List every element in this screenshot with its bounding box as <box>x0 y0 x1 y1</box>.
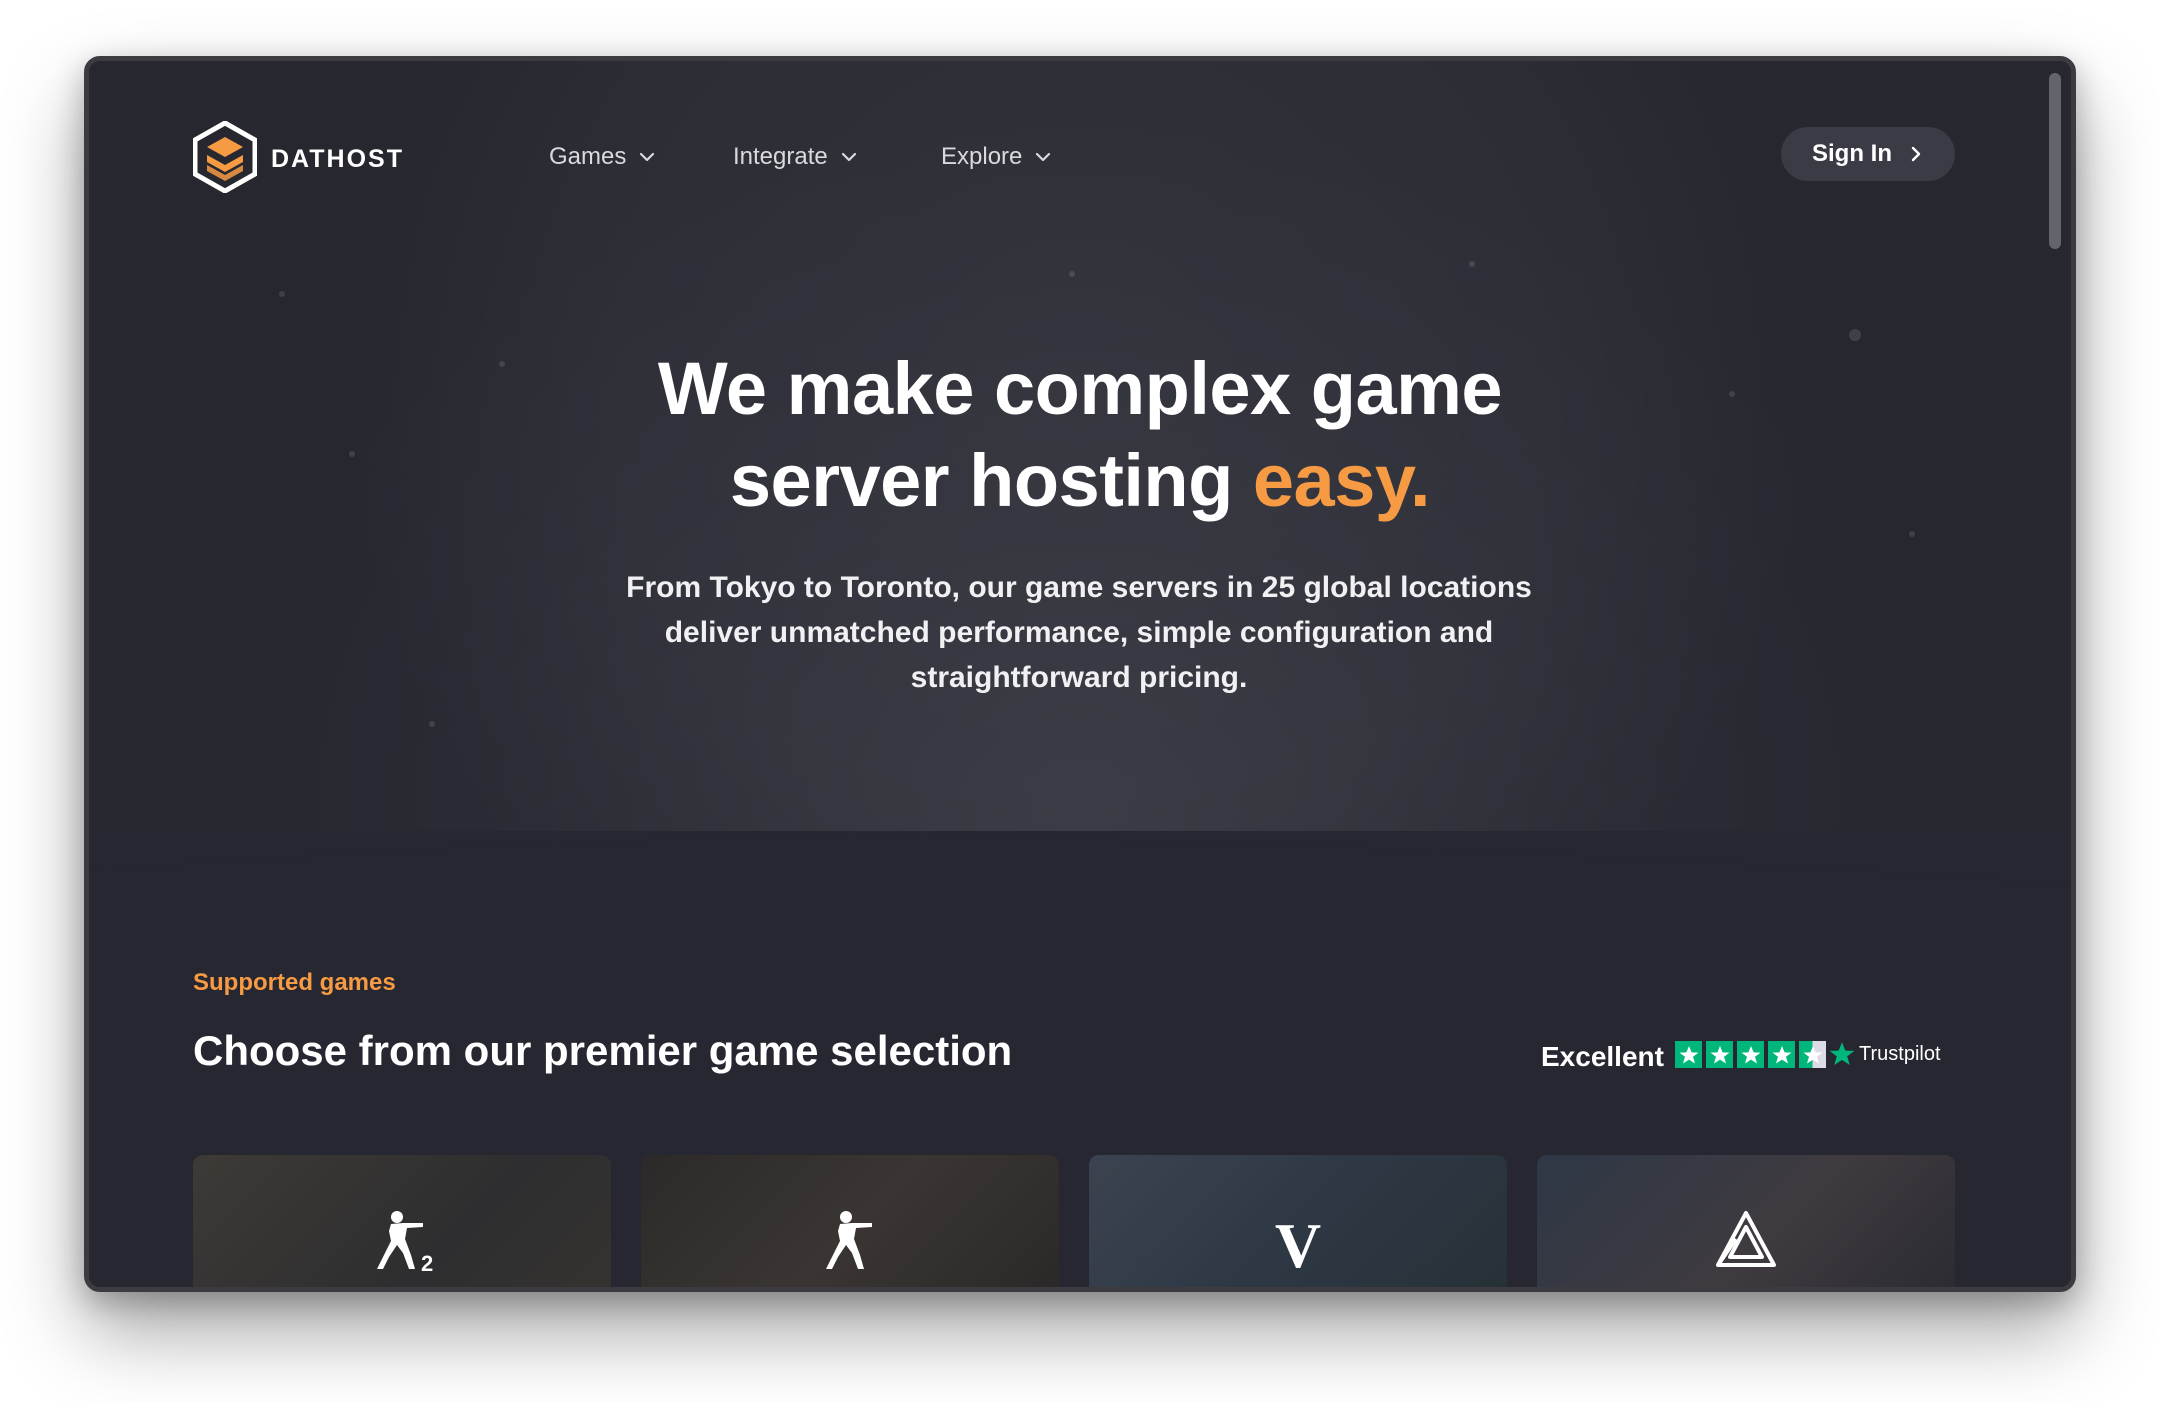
counter-strike-2-icon: 2 <box>367 1209 437 1278</box>
hero-title-line2: server hosting easy. <box>89 435 2071 527</box>
svg-text:2: 2 <box>421 1251 433 1273</box>
ark-icon <box>1714 1209 1778 1274</box>
game-card-cs2[interactable]: 2 <box>193 1155 611 1287</box>
sign-in-label: Sign In <box>1812 140 1892 167</box>
hero-title-line1: We make complex game <box>657 347 1503 430</box>
section-eyebrow: Supported games <box>193 969 396 996</box>
chevron-down-icon <box>640 152 655 162</box>
star-half-icon <box>1799 1041 1826 1068</box>
star-icon <box>1706 1041 1733 1068</box>
trustpilot-logo[interactable]: Trustpilot <box>1829 1041 1941 1067</box>
counter-strike-icon <box>822 1209 878 1278</box>
chevron-down-icon <box>1036 152 1051 162</box>
game-card-valheim[interactable]: V <box>1089 1155 1507 1287</box>
nav-item-label: Integrate <box>733 143 828 170</box>
nav-item-integrate[interactable]: Integrate <box>733 143 858 171</box>
nav-item-label: Games <box>549 143 627 170</box>
nav-item-explore[interactable]: Explore <box>941 143 1052 171</box>
trustpilot-star-icon <box>1829 1042 1855 1066</box>
section-title: Choose from our premier game selection <box>193 1027 1013 1074</box>
trustpilot-rating-label[interactable]: Excellent <box>1541 1041 1664 1073</box>
nav-item-label: Explore <box>941 143 1023 170</box>
hero-title-accent: easy. <box>1252 439 1431 522</box>
chevron-down-icon <box>841 152 856 162</box>
game-card-ark[interactable] <box>1537 1155 1955 1287</box>
game-card-csgo[interactable] <box>641 1155 1059 1287</box>
hero-title-line2-text: server hosting <box>729 439 1253 522</box>
nav-item-games[interactable]: Games <box>549 143 656 171</box>
valheim-icon: V <box>1268 1209 1328 1281</box>
trustpilot-stars[interactable] <box>1675 1041 1826 1068</box>
chevron-right-icon <box>1911 146 1921 162</box>
hero-title: We make complex game server hosting easy… <box>89 343 2071 527</box>
sign-in-button[interactable]: Sign In <box>1781 127 1955 181</box>
brand-name[interactable]: DATHOST <box>271 145 404 174</box>
section-wave-divider <box>89 836 2071 951</box>
top-nav: DATHOST Games Integrate Explore Sign In <box>89 61 2071 261</box>
star-icon <box>1675 1041 1702 1068</box>
star-icon <box>1737 1041 1764 1068</box>
hero-subtitle: From Tokyo to Toronto, our game servers … <box>626 571 1532 694</box>
svg-text:V: V <box>1275 1210 1321 1273</box>
brand-logo-icon[interactable] <box>192 120 258 194</box>
trustpilot-brand-text: Trustpilot <box>1859 1042 1941 1065</box>
page-scrollbar[interactable] <box>2049 73 2061 249</box>
browser-window: DATHOST Games Integrate Explore Sign In … <box>84 56 2076 1292</box>
star-icon <box>1768 1041 1795 1068</box>
